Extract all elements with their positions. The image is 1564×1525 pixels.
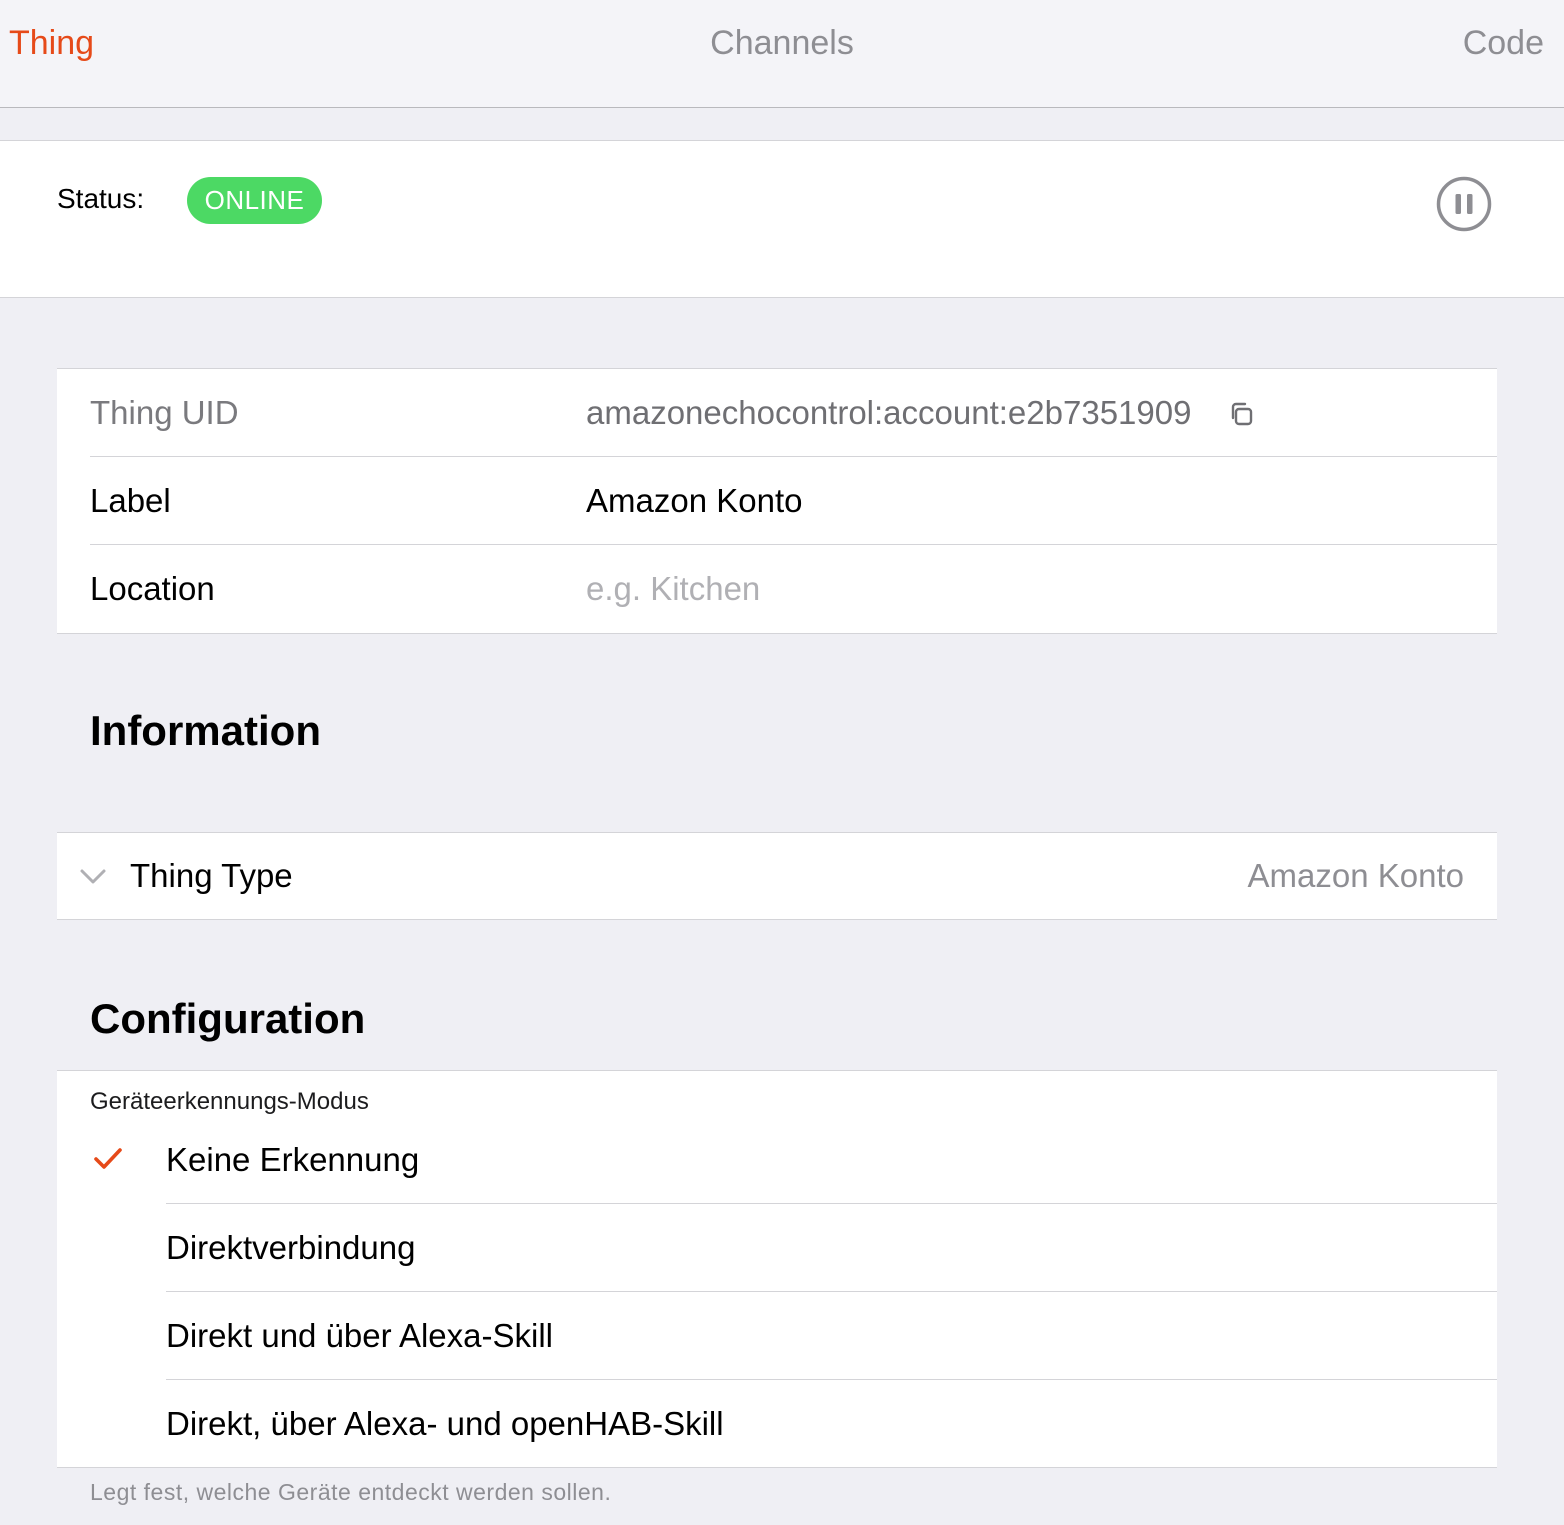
information-heading: Information [90,707,321,754]
tab-channels[interactable]: Channels [0,0,1564,87]
option-label: Keine Erkennung [166,1141,420,1178]
chevron-down-icon [80,869,106,884]
uid-label: Thing UID [90,394,239,431]
option-keine-erkennung[interactable]: Keine Erkennung [57,1116,1497,1204]
option-label: Direktverbindung [166,1229,416,1266]
location-row: Location [57,545,1497,633]
configuration-card: Geräteerkennungs-Modus Keine Erkennung D… [57,1070,1497,1468]
location-label: Location [90,570,215,607]
status-badge: ONLINE [187,177,322,224]
label-field-label: Label [90,482,171,519]
thing-type-row[interactable]: Thing Type Amazon Konto [57,832,1497,920]
option-label: Direkt und über Alexa-Skill [166,1317,554,1354]
uid-value: amazonechocontrol:account:e2b7351909 [586,394,1192,431]
label-row: Label Amazon Konto [57,457,1497,545]
discovery-mode-label: Geräteerkennungs-Modus [90,1088,369,1115]
pause-circle-icon[interactable] [1436,176,1492,232]
thing-type-value: Amazon Konto [1247,857,1464,894]
status-card: Status: ONLINE [0,140,1564,298]
segmented-tab-bar: Thing Channels Code [0,0,1564,108]
configuration-heading: Configuration [90,995,366,1042]
location-input[interactable] [586,565,1466,613]
option-direktverbindung[interactable]: Direktverbindung [57,1204,1497,1292]
thing-type-label: Thing Type [130,857,293,894]
uid-row: Thing UID amazonechocontrol:account:e2b7… [57,369,1497,457]
status-label: Status: [57,183,145,214]
copy-icon[interactable] [1229,401,1255,427]
option-label: Direkt, über Alexa- und openHAB-Skill [166,1405,724,1442]
option-direkt-alexa-openhab-skill[interactable]: Direkt, über Alexa- und openHAB-Skill [57,1380,1497,1468]
checkmark-icon [94,1148,122,1169]
label-field-value[interactable]: Amazon Konto [586,457,802,545]
thing-details-card: Thing UID amazonechocontrol:account:e2b7… [57,368,1497,634]
tab-code[interactable]: Code [1463,0,1544,87]
discovery-mode-description: Legt fest, welche Geräte entdeckt werden… [90,1479,612,1505]
option-direkt-alexa-skill[interactable]: Direkt und über Alexa-Skill [57,1292,1497,1380]
